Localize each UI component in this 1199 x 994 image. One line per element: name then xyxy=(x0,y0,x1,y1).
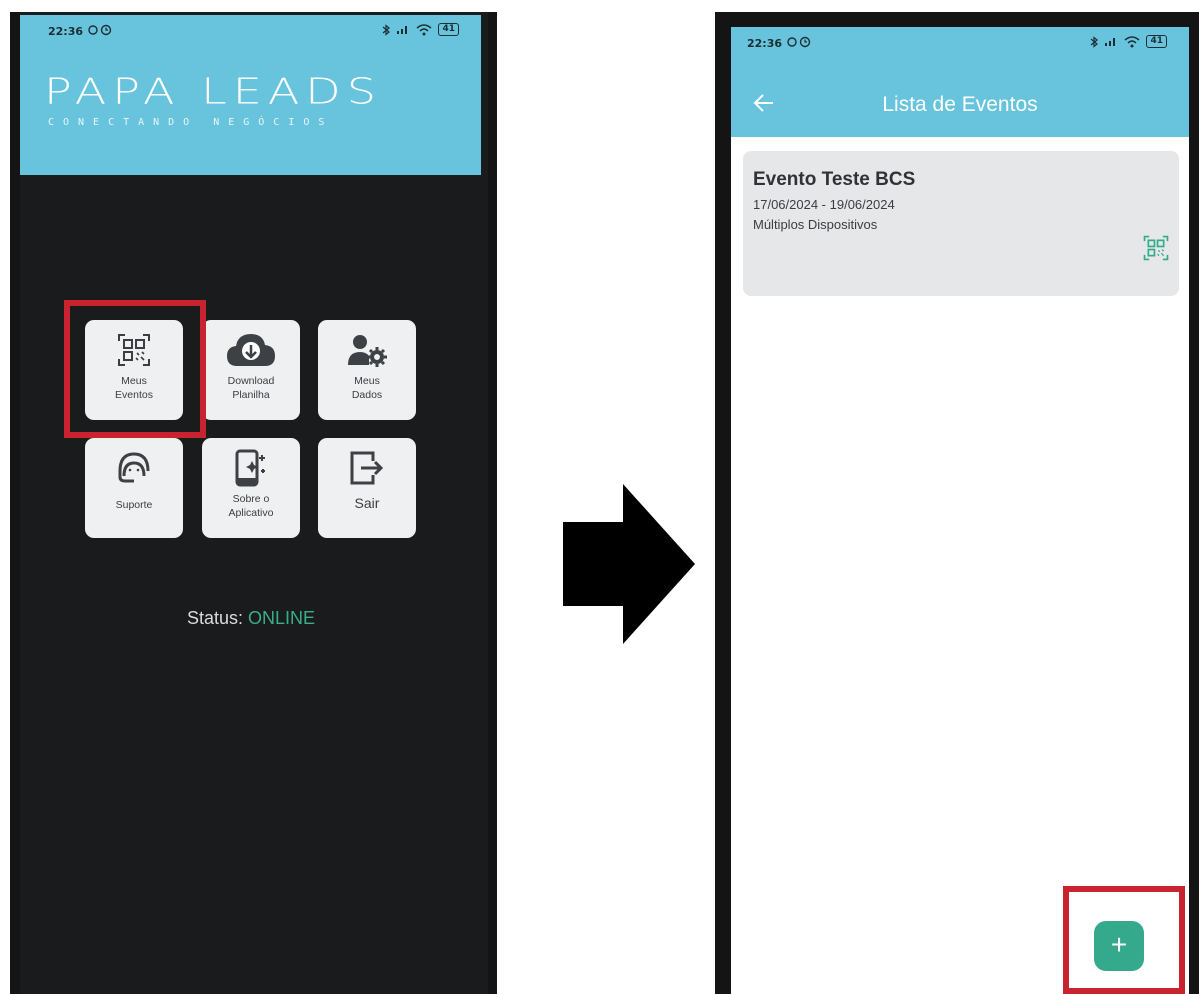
menu-tile-suporte[interactable]: Suporte xyxy=(85,438,183,538)
highlight-meus-eventos xyxy=(64,300,206,438)
right-arrow-icon xyxy=(563,484,695,644)
status-icons: 41 xyxy=(382,23,459,36)
menu-tile-label: Download Planilha xyxy=(227,375,275,401)
menu-tile-label: Meus Dados xyxy=(351,375,383,401)
qr-code-icon[interactable] xyxy=(1143,235,1169,261)
menu-tile-sair[interactable]: Sair xyxy=(318,438,416,538)
event-name: Evento Teste BCS xyxy=(753,169,916,190)
menu-tile-label: Sair xyxy=(354,495,380,511)
screen-title: Lista de Eventos xyxy=(882,93,1038,116)
phone-event-list-screen: 22:36 41 Lista de Eventos Evento Teste B… xyxy=(715,12,1199,994)
event-list-screen: 22:36 41 Lista de Eventos Evento Teste B… xyxy=(731,27,1189,994)
papa-leads-logo: PAPA LEADS CONECTANDO NEGÓCIOS xyxy=(44,69,454,128)
status-time: 22:36 xyxy=(48,25,84,38)
event-card[interactable]: Evento Teste BCS 17/06/2024 - 19/06/2024… xyxy=(743,151,1179,296)
user-settings-icon xyxy=(347,330,387,370)
menu-tile-sobre-aplicativo[interactable]: Sobre o Aplicativo xyxy=(202,438,300,538)
support-headset-icon xyxy=(115,448,153,488)
battery-icon: 41 xyxy=(438,23,459,36)
settings-status-icon xyxy=(88,24,114,36)
battery-icon: 41 xyxy=(1146,35,1167,48)
signal-icon xyxy=(397,26,408,34)
status-label: Status: xyxy=(186,608,243,628)
status-value: ONLINE xyxy=(248,608,316,628)
cloud-download-icon xyxy=(225,330,277,370)
status-bar: 22:36 41 xyxy=(20,15,481,45)
settings-status-icon xyxy=(787,36,813,48)
signal-icon xyxy=(1105,38,1116,46)
logo-tagline: CONECTANDO NEGÓCIOS xyxy=(48,117,334,128)
status-time: 22:36 xyxy=(747,37,783,50)
menu-tile-label: Suporte xyxy=(115,499,153,511)
bluetooth-icon xyxy=(1091,35,1099,48)
wifi-icon xyxy=(416,23,432,35)
highlight-add-button xyxy=(1063,886,1185,994)
event-list-header: 22:36 41 Lista de Eventos xyxy=(731,27,1189,137)
bluetooth-icon xyxy=(383,23,391,36)
status-bar: 22:36 41 xyxy=(731,27,1189,57)
home-header: 22:36 41 PAPA LEADS CONECTANDO NEGÓCIOS xyxy=(20,15,481,175)
menu-tile-download-planilha[interactable]: Download Planilha xyxy=(202,320,300,420)
phone-sparkle-icon xyxy=(234,448,268,488)
wifi-icon xyxy=(1124,35,1140,47)
menu-tile-meus-dados[interactable]: Meus Dados xyxy=(318,320,416,420)
logo-wordmark: PAPA LEADS xyxy=(44,69,382,112)
logout-icon xyxy=(349,448,385,488)
event-dates: 17/06/2024 - 19/06/2024 xyxy=(753,197,895,212)
menu-tile-label: Sobre o Aplicativo xyxy=(228,493,274,519)
event-mode: Múltiplos Dispositivos xyxy=(753,217,878,232)
status-icons: 41 xyxy=(1090,35,1167,48)
connection-status: Status: ONLINE xyxy=(0,608,502,629)
